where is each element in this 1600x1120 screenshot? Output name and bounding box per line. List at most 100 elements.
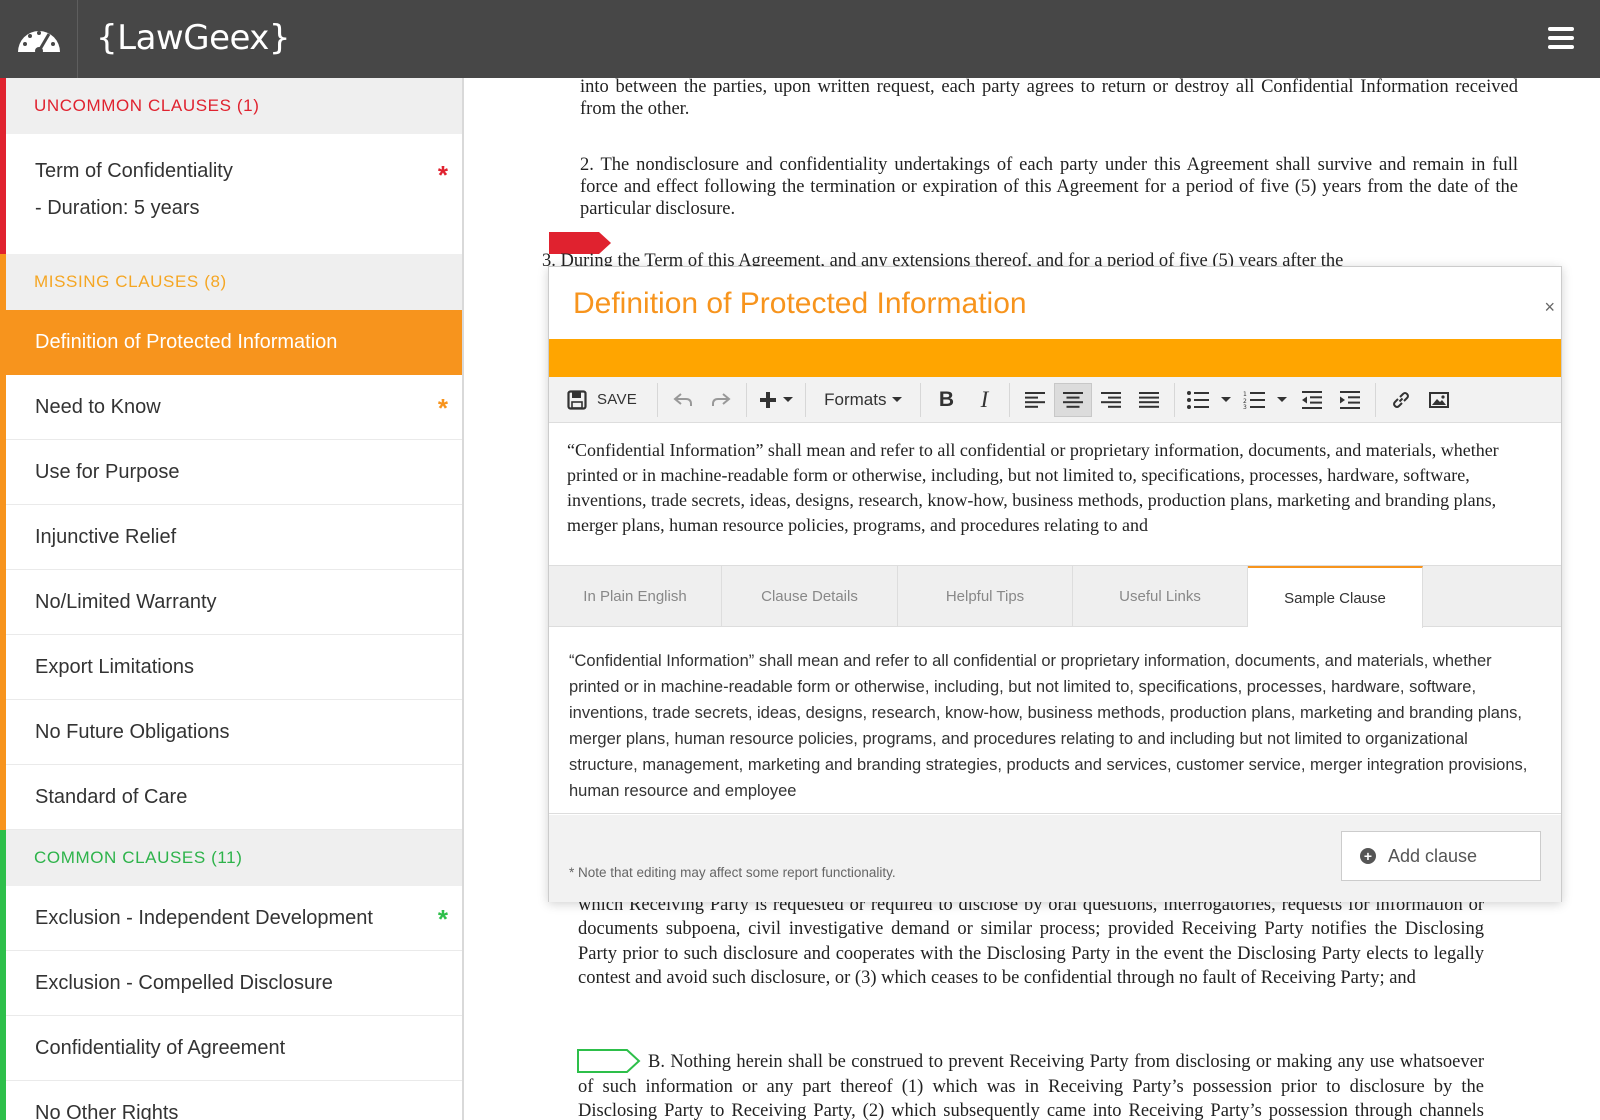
align-right-icon[interactable] xyxy=(1092,383,1130,417)
sidebar-item-no-other-rights[interactable]: No Other Rights xyxy=(0,1081,462,1120)
link-glyph xyxy=(1393,391,1410,408)
close-icon[interactable]: × xyxy=(1544,297,1555,318)
brand-icon[interactable] xyxy=(0,0,78,78)
add-clause-label: Add clause xyxy=(1388,845,1478,866)
save-label: SAVE xyxy=(597,391,638,408)
outdent-glyph xyxy=(1302,390,1323,409)
common-clauses-header[interactable]: COMMON CLAUSES (11) xyxy=(0,830,462,886)
numbered-list-glyph: 123 xyxy=(1243,391,1266,409)
brand-logo: {LawGeex} xyxy=(96,18,291,58)
toolbar-divider xyxy=(657,382,659,417)
tab-useful-links[interactable]: Useful Links xyxy=(1073,566,1248,627)
sidebar-item-label: Exclusion - Compelled Disclosure xyxy=(35,971,333,994)
doc-paragraph-2: 2. The nondisclosure and confidentiality… xyxy=(580,155,1518,219)
toolbar-divider xyxy=(1375,382,1377,417)
sidebar-item-use-for-purpose[interactable]: Use for Purpose xyxy=(0,440,462,505)
sidebar-item-label: Exclusion - Independent Development xyxy=(35,906,373,929)
indent-icon[interactable] xyxy=(1331,383,1369,417)
undo-button[interactable] xyxy=(664,383,702,417)
link-icon[interactable] xyxy=(1382,383,1420,417)
sidebar-item-label: Injunctive Relief xyxy=(35,525,177,548)
modal-footer: * Note that editing may affect some repo… xyxy=(549,815,1561,902)
redo-button[interactable] xyxy=(702,383,740,417)
insert-button[interactable] xyxy=(753,383,799,417)
toolbar-divider xyxy=(1174,382,1176,417)
sidebar-item-label: Definition of Protected Information xyxy=(35,331,338,353)
duration-detail: - Duration: 5 years xyxy=(35,197,200,219)
top-bar: {LawGeex} xyxy=(0,0,1600,78)
required-star-icon: * xyxy=(437,393,448,423)
sidebar-item-need-to-know[interactable]: Need to Know * xyxy=(0,375,462,440)
bold-icon[interactable]: B xyxy=(927,383,965,417)
required-star-icon: * xyxy=(437,160,448,190)
toolbar-divider xyxy=(920,382,922,417)
formats-dropdown[interactable]: Formats xyxy=(812,383,914,417)
align-center-glyph xyxy=(1063,391,1084,408)
numbered-list-icon[interactable]: 123 xyxy=(1237,383,1293,417)
clause-sidebar: UNCOMMON CLAUSES (1) Term of Confidentia… xyxy=(0,78,464,1120)
modal-title: Definition of Protected Information xyxy=(573,287,1027,320)
toolbar-divider xyxy=(805,382,807,417)
align-center-icon[interactable] xyxy=(1054,382,1093,417)
sidebar-item-confidentiality-of-agreement[interactable]: Confidentiality of Agreement xyxy=(0,1016,462,1081)
doc-paragraph: into between the parties, upon written r… xyxy=(580,78,1518,119)
svg-text:3: 3 xyxy=(1243,404,1247,409)
tab-in-plain-english[interactable]: In Plain English xyxy=(549,566,722,627)
sidebar-item-label: No/Limited Warranty xyxy=(35,590,217,613)
editor-toolbar: SAVE Formats B I 1 2 3 xyxy=(549,377,1561,423)
clause-editor-text[interactable]: “Confidential Information” shall mean an… xyxy=(549,424,1561,564)
plus-icon xyxy=(760,391,777,408)
missing-clauses-header[interactable]: MISSING CLAUSES (8) xyxy=(0,254,462,310)
sidebar-item-label: Use for Purpose xyxy=(35,460,180,483)
uncommon-clauses-header[interactable]: UNCOMMON CLAUSES (1) xyxy=(0,78,462,134)
redo-icon xyxy=(712,392,731,406)
doc-paragraph-5: B. Nothing herein shall be construed to … xyxy=(578,1052,1484,1120)
chevron-down-icon xyxy=(1277,397,1288,402)
hamburger-menu-icon[interactable] xyxy=(1548,27,1574,49)
formats-label: Formats xyxy=(824,389,887,409)
bullet-list-icon[interactable] xyxy=(1181,383,1237,417)
toolbar-divider xyxy=(1009,382,1011,417)
italic-icon[interactable]: I xyxy=(965,383,1003,417)
sidebar-item-label: Export Limitations xyxy=(35,655,194,678)
modal-accent-bar xyxy=(549,339,1561,377)
undo-icon xyxy=(673,392,693,406)
sidebar-item-label: Confidentiality of Agreement xyxy=(35,1036,286,1059)
svg-text:1: 1 xyxy=(1243,391,1247,398)
outdent-icon[interactable] xyxy=(1293,383,1331,417)
align-right-glyph xyxy=(1101,391,1122,408)
clause-info-tabs: In Plain English Clause Details Helpful … xyxy=(549,565,1561,628)
sidebar-item-exclusion-compelled-disclosure[interactable]: Exclusion - Compelled Disclosure xyxy=(0,951,462,1016)
chevron-down-icon xyxy=(892,397,903,402)
sidebar-item-label: No Other Rights xyxy=(35,1101,179,1120)
bullet-list-glyph xyxy=(1187,390,1210,409)
image-icon[interactable] xyxy=(1420,383,1458,417)
align-left-icon[interactable] xyxy=(1016,383,1054,417)
sidebar-item-standard-of-care[interactable]: Standard of Care xyxy=(0,765,462,830)
sidebar-item-export-limitations[interactable]: Export Limitations xyxy=(0,635,462,700)
tab-clause-details[interactable]: Clause Details xyxy=(722,566,898,627)
image-glyph xyxy=(1429,391,1450,408)
editing-note: * Note that editing may affect some repo… xyxy=(569,865,896,880)
sidebar-item-label: Need to Know xyxy=(35,395,161,418)
align-justify-glyph xyxy=(1139,391,1160,408)
floppy-disk-icon xyxy=(567,389,587,410)
tab-helpful-tips[interactable]: Helpful Tips xyxy=(898,566,1073,627)
toolbar-divider xyxy=(746,382,748,417)
add-clause-button[interactable]: + Add clause xyxy=(1341,831,1541,881)
sidebar-item-term-of-confidentiality[interactable]: Term of Confidentiality - Duration: 5 ye… xyxy=(0,134,462,254)
sidebar-item-definition-of-protected-information[interactable]: Definition of Protected Information xyxy=(0,310,462,376)
save-button[interactable]: SAVE xyxy=(557,383,651,417)
required-star-icon: * xyxy=(437,904,448,934)
chevron-down-icon xyxy=(783,397,794,402)
tab-sample-clause[interactable]: Sample Clause xyxy=(1248,566,1423,628)
sidebar-item-no-limited-warranty[interactable]: No/Limited Warranty xyxy=(0,570,462,635)
align-justify-icon[interactable] xyxy=(1130,383,1168,417)
sidebar-item-injunctive-relief[interactable]: Injunctive Relief xyxy=(0,505,462,570)
chevron-down-icon xyxy=(1221,397,1232,402)
sidebar-item-exclusion-independent-development[interactable]: Exclusion - Independent Development * xyxy=(0,886,462,951)
clause-editor-modal: Definition of Protected Information × SA… xyxy=(548,266,1562,902)
sidebar-item-no-future-obligations[interactable]: No Future Obligations xyxy=(0,700,462,765)
sidebar-item-label: Term of Confidentiality xyxy=(35,160,233,182)
speedometer-icon xyxy=(17,31,60,54)
